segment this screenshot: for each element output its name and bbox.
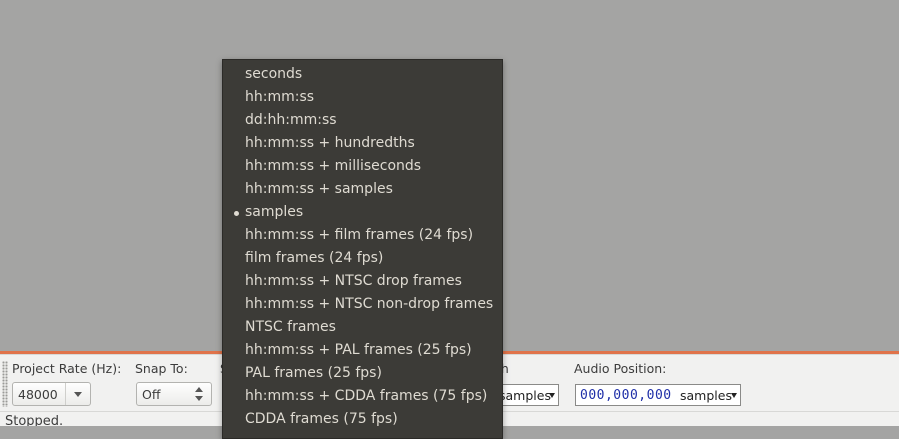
selection-unit[interactable]: samples <box>499 388 551 403</box>
menu-item-ntsc-non-drop-frames[interactable]: hh:mm:ss + NTSC non-drop frames <box>223 293 502 316</box>
menu-item-hundredths[interactable]: hh:mm:ss + hundredths <box>223 132 502 155</box>
spin-arrows-icon <box>195 386 203 402</box>
menu-item-label[interactable]: hh:mm:ss + film frames (24 fps) <box>245 227 473 243</box>
audio-position-digits[interactable]: 000,000,000 <box>580 388 672 403</box>
menu-item-label[interactable]: hh:mm:ss <box>245 89 314 105</box>
project-rate-label: Project Rate (Hz): <box>12 361 122 376</box>
toolbar-grip-handle[interactable] <box>2 361 8 407</box>
menu-item-ntsc-frames[interactable]: NTSC frames <box>223 316 502 339</box>
menu-item-label[interactable]: hh:mm:ss + milliseconds <box>245 158 421 174</box>
menu-item-hh-mm-ss[interactable]: hh:mm:ss <box>223 86 502 109</box>
triangle-down-icon[interactable] <box>731 393 737 398</box>
menu-item-label[interactable]: hh:mm:ss + hundredths <box>245 135 415 151</box>
triangle-down-icon[interactable] <box>549 393 555 398</box>
menu-item-label[interactable]: film frames (24 fps) <box>245 250 383 266</box>
time-format-menu: seconds hh:mm:ss dd:hh:mm:ss hh:mm:ss + … <box>222 59 503 439</box>
menu-item-seconds[interactable]: seconds <box>223 63 502 86</box>
menu-item-milliseconds[interactable]: hh:mm:ss + milliseconds <box>223 155 502 178</box>
menu-item-label[interactable]: samples <box>245 204 303 220</box>
menu-item-hh-mm-ss-cdda-frames[interactable]: hh:mm:ss + CDDA frames (75 fps) <box>223 385 502 408</box>
menu-item-cdda-frames[interactable]: CDDA frames (75 fps) <box>223 408 502 431</box>
menu-item-hh-mm-ss-film-frames[interactable]: hh:mm:ss + film frames (24 fps) <box>223 224 502 247</box>
menu-item-label[interactable]: hh:mm:ss + samples <box>245 181 393 197</box>
menu-item-pal-frames[interactable]: PAL frames (25 fps) <box>223 362 502 385</box>
menu-item-hh-mm-ss-samples[interactable]: hh:mm:ss + samples <box>223 178 502 201</box>
menu-item-ntsc-drop-frames[interactable]: hh:mm:ss + NTSC drop frames <box>223 270 502 293</box>
status-text: Stopped. <box>5 414 64 426</box>
menu-item-label[interactable]: hh:mm:ss + NTSC non-drop frames <box>245 296 493 312</box>
menu-item-hh-mm-ss-pal-frames[interactable]: hh:mm:ss + PAL frames (25 fps) <box>223 339 502 362</box>
menu-item-label[interactable]: hh:mm:ss + PAL frames (25 fps) <box>245 342 472 358</box>
menu-item-label[interactable]: hh:mm:ss + CDDA frames (75 fps) <box>245 388 487 404</box>
menu-item-label[interactable]: dd:hh:mm:ss <box>245 112 337 128</box>
audio-position-time-field[interactable]: 000,000,000 samples <box>575 384 741 406</box>
snap-to-select[interactable]: Off <box>136 382 212 406</box>
menu-item-label[interactable]: NTSC frames <box>245 319 336 335</box>
chevron-down-icon[interactable] <box>65 383 90 405</box>
menu-item-label[interactable]: PAL frames (25 fps) <box>245 365 382 381</box>
snap-to-label: Snap To: <box>135 361 188 376</box>
project-rate-combobox[interactable]: 48000 <box>12 382 91 406</box>
menu-item-dd-hh-mm-ss[interactable]: dd:hh:mm:ss <box>223 109 502 132</box>
snap-to-value: Off <box>142 387 161 402</box>
bullet-icon <box>234 211 239 216</box>
menu-item-film-frames[interactable]: film frames (24 fps) <box>223 247 502 270</box>
project-rate-value[interactable]: 48000 <box>18 387 58 402</box>
menu-item-label[interactable]: hh:mm:ss + NTSC drop frames <box>245 273 462 289</box>
menu-item-label[interactable]: seconds <box>245 66 302 82</box>
audio-position-unit[interactable]: samples <box>680 388 732 403</box>
menu-item-samples[interactable]: samples <box>223 201 502 224</box>
selection-end-time-field[interactable]: samples <box>497 384 559 406</box>
audio-position-label: Audio Position: <box>574 361 667 376</box>
